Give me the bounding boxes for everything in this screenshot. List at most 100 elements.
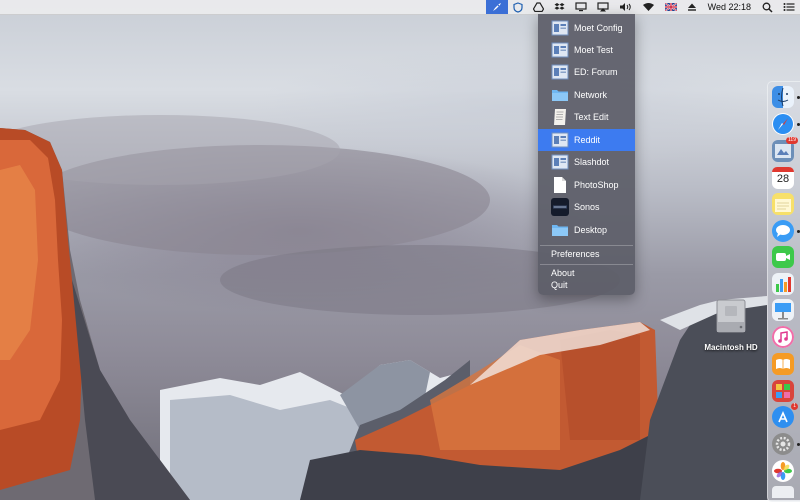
menu-item-label: Moet Test bbox=[574, 45, 613, 55]
menu-bar: Wed 22:18 bbox=[0, 0, 800, 15]
video-camera-icon bbox=[776, 253, 790, 261]
menu-item-label: Reddit bbox=[574, 135, 601, 145]
monitor-icon bbox=[575, 2, 587, 12]
notepad-icon bbox=[775, 199, 791, 212]
spotlight-icon bbox=[762, 2, 773, 13]
mountain-scenery bbox=[0, 115, 767, 500]
textedit-icon bbox=[554, 109, 566, 125]
input-source-menu-extra[interactable] bbox=[660, 0, 682, 14]
display-menu-extra[interactable] bbox=[570, 0, 592, 14]
menu-item-sonos[interactable]: Sonos bbox=[538, 196, 635, 218]
menu-item-desktop[interactable]: Desktop bbox=[538, 219, 635, 241]
eject-menu-extra[interactable] bbox=[682, 0, 702, 14]
spotlight-button[interactable] bbox=[757, 0, 778, 14]
menu-item-ed-forum[interactable]: ED: Forum bbox=[538, 61, 635, 83]
volume-icon bbox=[619, 3, 631, 11]
wifi-icon bbox=[642, 3, 654, 11]
window-icon bbox=[551, 42, 569, 58]
window-icon bbox=[551, 154, 569, 170]
menu-separator bbox=[540, 245, 633, 246]
window-icon bbox=[551, 132, 569, 148]
folder-icon bbox=[552, 90, 568, 101]
photos-icon[interactable] bbox=[772, 460, 794, 482]
menu-item-photoshop[interactable]: PhotoShop bbox=[538, 174, 635, 196]
rocket-dropdown-menu: Moet Config Moet Test ED: Forum Network … bbox=[538, 14, 635, 295]
podium-icon bbox=[775, 303, 791, 320]
keynote-icon[interactable] bbox=[772, 299, 794, 321]
mail-icon[interactable]: 119 bbox=[772, 137, 798, 162]
volume-menu-extra[interactable] bbox=[614, 0, 637, 14]
menu-item-label: ED: Forum bbox=[574, 67, 618, 77]
safari-icon[interactable] bbox=[772, 113, 794, 135]
airplay-icon bbox=[597, 2, 609, 12]
mail-badge: 119 bbox=[786, 137, 798, 144]
pinwheel-icon bbox=[774, 462, 792, 480]
macintosh-hd-label: Macintosh HD bbox=[704, 343, 758, 352]
compass-icon bbox=[773, 114, 793, 134]
sonos-icon bbox=[551, 198, 569, 216]
shield-icon bbox=[513, 1, 523, 13]
ibooks-icon[interactable] bbox=[772, 353, 794, 375]
menu-item-label: Moet Config bbox=[574, 23, 623, 33]
menu-item-label: Text Edit bbox=[574, 112, 609, 122]
wifi-menu-extra[interactable] bbox=[637, 0, 660, 14]
shield-menu-extra[interactable] bbox=[508, 0, 528, 14]
rocket-menu-extra[interactable] bbox=[485, 0, 508, 14]
book-icon bbox=[776, 359, 790, 369]
app-store-icon[interactable]: 1 bbox=[772, 403, 798, 428]
menu-item-slashdot[interactable]: Slashdot bbox=[538, 151, 635, 173]
folder-icon bbox=[552, 225, 568, 236]
menu-separator bbox=[540, 264, 633, 265]
desktop-wallpaper bbox=[0, 0, 800, 500]
finder-icon[interactable] bbox=[772, 86, 794, 108]
drive-icon bbox=[532, 2, 544, 12]
dropbox-icon bbox=[554, 3, 565, 10]
menu-item-label: Desktop bbox=[574, 225, 608, 235]
menu-item-label: Network bbox=[574, 90, 608, 100]
system-preferences-icon[interactable] bbox=[772, 433, 794, 455]
photo-booth-icon[interactable] bbox=[772, 380, 794, 402]
bar-chart-icon bbox=[776, 277, 791, 292]
hard-drive-icon bbox=[716, 299, 746, 333]
facetime-icon[interactable] bbox=[772, 246, 794, 268]
menu-item-about[interactable]: About bbox=[551, 268, 575, 278]
messages-icon[interactable] bbox=[772, 220, 794, 242]
notes-icon[interactable] bbox=[772, 193, 794, 215]
gear-icon bbox=[775, 436, 791, 452]
dock: 119 28 1 bbox=[767, 81, 800, 502]
speech-bubble-icon bbox=[776, 225, 790, 237]
menu-item-preferences[interactable]: Preferences bbox=[551, 249, 600, 259]
menu-item-quit[interactable]: Quit bbox=[551, 280, 568, 290]
macintosh-hd-desktop-icon[interactable]: Macintosh HD bbox=[700, 296, 762, 352]
menu-item-label: Sonos bbox=[574, 202, 600, 212]
partially-hidden-dock-icon[interactable] bbox=[772, 486, 794, 498]
rocket-icon bbox=[492, 3, 501, 11]
menu-item-reddit[interactable]: Reddit bbox=[538, 129, 635, 151]
numbers-icon[interactable] bbox=[772, 273, 794, 295]
music-note-icon bbox=[772, 326, 794, 348]
notification-center-icon bbox=[783, 3, 795, 11]
app-store-badge: 1 bbox=[791, 403, 798, 410]
menubar-clock[interactable]: Wed 22:18 bbox=[702, 0, 757, 14]
eject-icon bbox=[687, 3, 696, 11]
google-drive-menu-extra[interactable] bbox=[528, 0, 549, 14]
itunes-icon[interactable] bbox=[772, 326, 794, 348]
notification-center-button[interactable] bbox=[778, 0, 800, 14]
calendar-day: 28 bbox=[776, 173, 790, 185]
window-icon bbox=[551, 20, 569, 36]
calendar-icon[interactable]: 28 bbox=[772, 167, 794, 189]
dropbox-menu-extra[interactable] bbox=[549, 0, 570, 14]
uk-flag-icon bbox=[664, 3, 677, 11]
menu-item-label: PhotoShop bbox=[574, 180, 619, 190]
menu-item-label: Slashdot bbox=[574, 157, 610, 167]
finder-face-icon bbox=[777, 87, 789, 107]
menu-item-network[interactable]: Network bbox=[538, 84, 635, 106]
menu-item-text-edit[interactable]: Text Edit bbox=[538, 106, 635, 128]
window-icon bbox=[551, 64, 569, 80]
airplay-menu-extra[interactable] bbox=[592, 0, 614, 14]
menu-item-moet-config[interactable]: Moet Config bbox=[538, 17, 635, 39]
a-logo-icon bbox=[778, 411, 788, 423]
document-icon bbox=[554, 177, 566, 193]
menu-item-moet-test[interactable]: Moet Test bbox=[538, 39, 635, 61]
photo-strip-icon bbox=[776, 384, 790, 398]
